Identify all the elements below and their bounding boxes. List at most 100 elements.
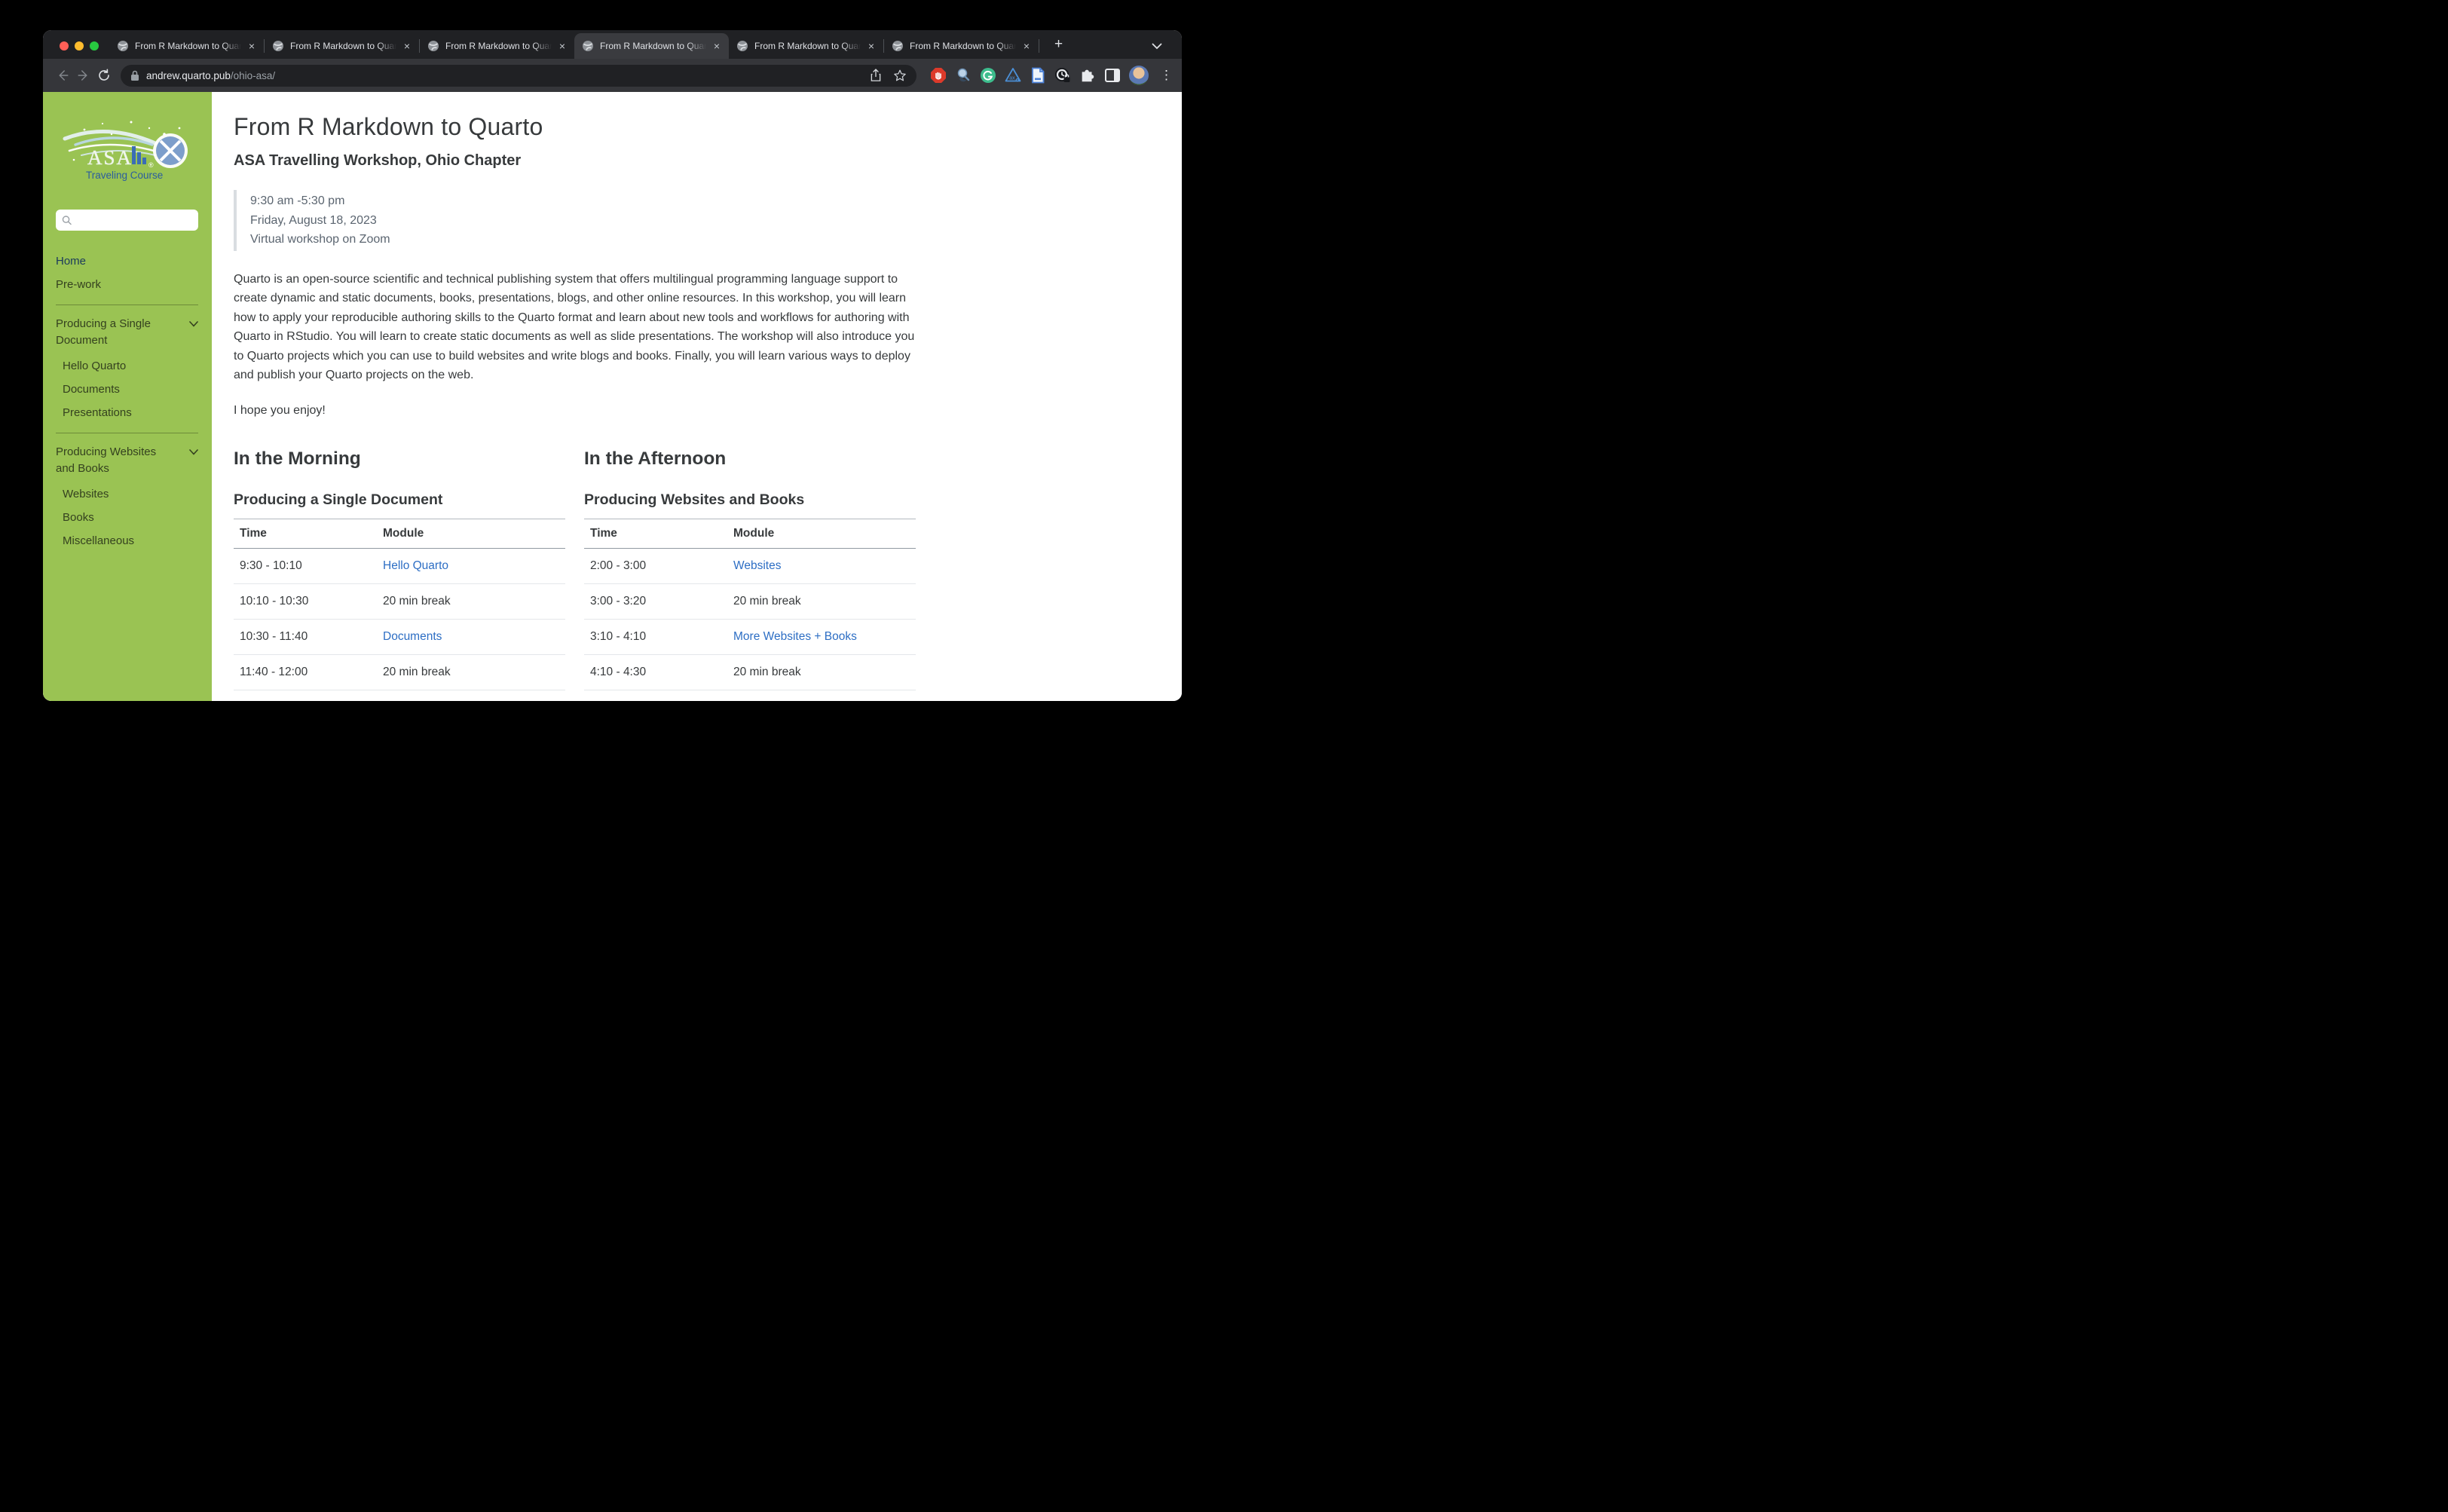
sidebar: ASA ® Traveling Course Home Pre-work (43, 92, 212, 701)
sidebar-item-books[interactable]: Books (56, 510, 198, 525)
grammarly-icon[interactable] (980, 67, 996, 84)
window-controls (60, 41, 99, 51)
table-row: 11:40 - 12:00 20 min break (234, 654, 565, 690)
sidebar-item-documents[interactable]: Documents (56, 381, 198, 397)
module-link-websites[interactable]: Websites (733, 559, 781, 572)
tab-favicon-icon (892, 40, 904, 52)
workshop-date: Friday, August 18, 2023 (250, 211, 916, 231)
col-module: Module (377, 519, 565, 548)
tab-search-chevron-icon[interactable] (1152, 43, 1162, 50)
tab-1[interactable]: From R Markdown to Quar × (109, 33, 264, 59)
tab-title: From R Markdown to Quar (135, 41, 241, 51)
module-link-more-websites-books[interactable]: More Websites + Books (733, 630, 857, 643)
schedule: In the Morning Producing a Single Docume… (234, 448, 916, 690)
tab-title: From R Markdown to Quar (754, 41, 861, 51)
col-time: Time (234, 519, 377, 548)
chevron-down-icon[interactable] (189, 449, 198, 455)
address-bar[interactable]: andrew.quarto.pub/ohio-asa/ (121, 65, 916, 87)
tab-close-icon[interactable]: × (867, 39, 876, 53)
sidebar-item-prework[interactable]: Pre-work (56, 277, 198, 292)
page-subtitle: ASA Travelling Workshop, Ohio Chapter (234, 152, 916, 170)
tab-close-icon[interactable]: × (712, 39, 721, 53)
bookmark-star-icon[interactable] (890, 66, 910, 85)
tab-5[interactable]: From R Markdown to Quar × (729, 33, 883, 59)
tab-title: From R Markdown to Quar (290, 41, 396, 51)
time-cell: 2:00 - 3:00 (584, 548, 727, 583)
share-icon[interactable] (866, 66, 886, 85)
tab-6[interactable]: From R Markdown to Quar × (884, 33, 1039, 59)
fullscreen-window-button[interactable] (90, 41, 99, 51)
time-cell: 9:30 - 10:10 (234, 548, 377, 583)
table-row: 10:30 - 11:40 Documents (234, 619, 565, 654)
morning-heading: In the Morning (234, 448, 565, 470)
sidebar-group-single-document[interactable]: Producing a Single Document (56, 316, 198, 349)
browser-window: From R Markdown to Quar × From R Markdow… (43, 30, 1182, 701)
close-window-button[interactable] (60, 41, 69, 51)
workshop-details: 9:30 am -5:30 pm Friday, August 18, 2023… (234, 190, 916, 251)
main-area: From R Markdown to Quarto ASA Travelling… (212, 92, 1182, 701)
search-input[interactable] (72, 215, 192, 226)
tab-close-icon[interactable]: × (402, 39, 412, 53)
minimize-window-button[interactable] (75, 41, 84, 51)
back-icon[interactable] (54, 66, 71, 85)
sidebar-item-hello-quarto[interactable]: Hello Quarto (56, 358, 198, 374)
profile-avatar[interactable] (1129, 66, 1149, 85)
adblock-icon[interactable] (930, 67, 947, 84)
time-cell: 11:40 - 12:00 (234, 654, 377, 690)
table-row: 3:00 - 3:20 20 min break (584, 583, 916, 619)
table-row: 2:00 - 3:00 Websites (584, 548, 916, 583)
search-icon (62, 215, 72, 225)
tab-close-icon[interactable]: × (1022, 39, 1031, 53)
tab-strip: From R Markdown to Quar × From R Markdow… (43, 30, 1182, 59)
clock-lock-icon[interactable] (1054, 67, 1071, 84)
new-tab-button[interactable]: + (1048, 36, 1069, 53)
sidebar-item-presentations[interactable]: Presentations (56, 405, 198, 421)
document-icon[interactable] (1030, 67, 1046, 84)
module-cell: 20 min break (727, 654, 916, 690)
extensions-puzzle-icon[interactable] (1079, 67, 1096, 84)
sidebar-group-websites-books[interactable]: Producing Websites and Books (56, 444, 198, 477)
reload-icon[interactable] (96, 66, 112, 85)
tab-favicon-icon (582, 40, 594, 52)
table-row: 3:10 - 4:10 More Websites + Books (584, 619, 916, 654)
forward-icon[interactable] (75, 66, 92, 85)
page-content: ASA ® Traveling Course Home Pre-work (43, 92, 1182, 701)
extension-icons: ax ⋮ (930, 66, 1173, 85)
side-panel-icon[interactable] (1104, 67, 1121, 84)
afternoon-subheading: Producing Websites and Books (584, 491, 916, 509)
module-link-documents[interactable]: Documents (383, 630, 442, 643)
table-row: 4:10 - 4:30 20 min break (584, 654, 916, 690)
sidebar-item-websites[interactable]: Websites (56, 486, 198, 502)
time-cell: 3:00 - 3:20 (584, 583, 727, 619)
afternoon-table: Time Module 2:00 - 3:00 Websites (584, 519, 916, 690)
sidebar-search[interactable] (56, 210, 198, 231)
tab-title: From R Markdown to Quar (445, 41, 552, 51)
tab-4-active[interactable]: From R Markdown to Quar × (574, 33, 729, 59)
table-header-row: Time Module (584, 519, 916, 548)
site-logo[interactable]: ASA ® Traveling Course (56, 112, 198, 184)
tab-2[interactable]: From R Markdown to Quar × (265, 33, 419, 59)
sidebar-item-miscellaneous[interactable]: Miscellaneous (56, 533, 198, 549)
sidebar-group-label: Producing Websites and Books (56, 444, 170, 477)
svg-text:ax: ax (1009, 76, 1015, 81)
search-bird-icon[interactable] (955, 67, 972, 84)
svg-text:Traveling Course: Traveling Course (86, 170, 163, 181)
tab-title: From R Markdown to Quar (910, 41, 1016, 51)
tab-favicon-icon (272, 40, 284, 52)
menu-dots-icon[interactable]: ⋮ (1160, 68, 1173, 83)
tab-3[interactable]: From R Markdown to Quar × (420, 33, 574, 59)
afternoon-heading: In the Afternoon (584, 448, 916, 470)
sidebar-item-home[interactable]: Home (56, 253, 198, 269)
tab-close-icon[interactable]: × (558, 39, 567, 53)
intro-paragraph: Quarto is an open-source scientific and … (234, 270, 916, 385)
morning-column: In the Morning Producing a Single Docume… (234, 448, 565, 690)
axe-accessibility-icon[interactable]: ax (1005, 67, 1021, 84)
tab-favicon-icon (736, 40, 748, 52)
url-path: /ohio-asa/ (231, 70, 275, 81)
module-cell: 20 min break (377, 583, 565, 619)
module-link-hello-quarto[interactable]: Hello Quarto (383, 559, 448, 572)
tab-favicon-icon (427, 40, 439, 52)
table-row: 9:30 - 10:10 Hello Quarto (234, 548, 565, 583)
tab-close-icon[interactable]: × (247, 39, 256, 53)
chevron-down-icon[interactable] (189, 321, 198, 327)
